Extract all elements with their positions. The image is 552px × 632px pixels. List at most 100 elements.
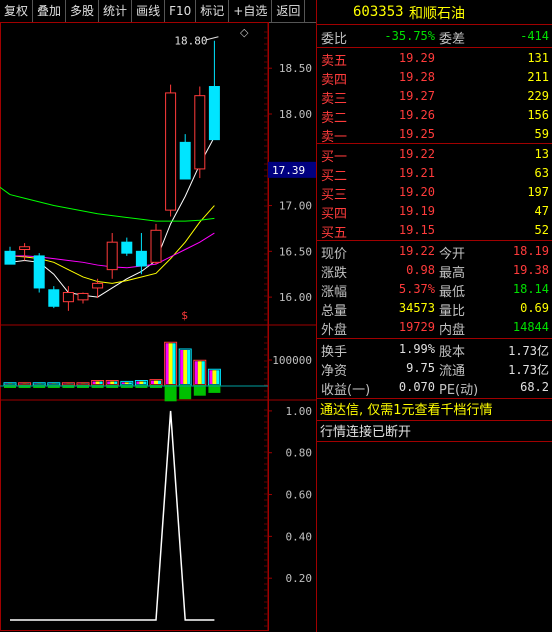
stat-label: 量比 (439, 304, 466, 319)
candle-body (135, 250, 147, 267)
osc-tick-label: 1.00 (286, 405, 313, 418)
stat-label: 总量 (321, 304, 348, 319)
finance-label: 换手 (321, 345, 348, 360)
stat-row: 外盘 19729 内盘 14844 (317, 318, 552, 338)
stat-row: 涨跌 0.98 最高 19.38 (317, 261, 552, 281)
toolbar-button-2[interactable]: 多股 (66, 0, 100, 22)
volume-bar-stripe (216, 370, 220, 384)
finance-value: 68.2 (520, 380, 549, 394)
toolbar-button-5[interactable]: F10 (165, 0, 197, 22)
stat-value: 0.98 (406, 263, 435, 277)
bid-label: 买五 (321, 226, 348, 241)
bid-price: 19.22 (398, 147, 435, 161)
volume-bar-stripe (95, 381, 100, 384)
ask-label: 卖四 (321, 73, 348, 88)
volume-bar-stripe (151, 380, 154, 384)
ask-volume: 131 (527, 51, 549, 65)
volume-bar-stripe (139, 381, 144, 384)
ask-volume: 59 (534, 127, 549, 141)
ask-price: 19.25 (398, 127, 435, 141)
finance-label: 净资 (321, 364, 348, 379)
weicha-label: 委差 (439, 32, 466, 47)
ask-row: 卖五 19.29 131 (317, 49, 552, 69)
toolbar: 复权 叠加 多股 统计 画线 F10 标记 +自选 返回 (0, 0, 316, 23)
volume-bar-stripe (209, 370, 213, 384)
volume-bar-stripe (154, 380, 158, 384)
toolbar-button-0[interactable]: 复权 (0, 0, 34, 22)
bid-row: 买五 19.15 52 (317, 221, 552, 241)
toolbar-button-1[interactable]: 叠加 (33, 0, 67, 22)
stat-label: 涨幅 (321, 285, 348, 300)
osc-tick-label: 0.20 (286, 572, 313, 585)
candle-body (208, 86, 220, 141)
weibi-value: -35.75% (384, 29, 435, 43)
volume-bar-stripe (136, 381, 140, 384)
candle-body (150, 229, 162, 263)
finance-row: 换手 1.99% 股本 1.73亿 (317, 340, 552, 360)
price-tick-label: 16.50 (279, 245, 312, 258)
ma-line-3-ext (0, 186, 11, 195)
ask-price: 19.28 (398, 70, 435, 84)
stat-label: 最低 (439, 285, 466, 300)
ask-label: 卖三 (321, 92, 348, 107)
volume-bar-stripe (143, 381, 147, 384)
candle-body (92, 282, 104, 289)
connection-status: 行情连接已断开 (320, 425, 412, 440)
stat-value: 5.37% (398, 282, 435, 296)
volume-bar-stripe (110, 381, 115, 384)
volume-bar-stripe (194, 361, 198, 384)
volume-tick-label: 100000 (272, 354, 312, 367)
candle-body (106, 241, 118, 271)
bid-label: 买一 (321, 150, 348, 165)
toolbar-button-7[interactable]: +自选 (229, 0, 273, 22)
stat-value: 18.19 (512, 244, 549, 258)
diamond-icon[interactable]: ◇ (240, 26, 249, 39)
stat-label: 外盘 (321, 323, 348, 338)
ask-volume: 229 (527, 89, 549, 103)
stock-code: 603353 (353, 4, 404, 20)
finance-label: PE(动) (439, 383, 479, 398)
stat-value: 14844 (512, 320, 549, 334)
kline-chart[interactable]: 18.50 18.00 17.00 16.50 16.00 17.39 ◇ 18.80 $100… (0, 22, 316, 632)
volume-bar-stripe (168, 343, 173, 384)
stat-value: 18.14 (512, 282, 549, 296)
toolbar-button-3[interactable]: 统计 (99, 0, 133, 22)
stat-label: 最高 (439, 266, 466, 281)
volume-bar-stripe (187, 350, 191, 384)
candle-body (179, 141, 191, 180)
stat-row: 总量 34573 量比 0.69 (317, 299, 552, 319)
stat-row: 现价 19.22 今开 18.19 (317, 242, 552, 262)
volume-base (179, 385, 192, 400)
bid-row: 买三 19.20 197 (317, 183, 552, 203)
toolbar-button-8[interactable]: 返回 (272, 0, 306, 22)
stat-label: 今开 (439, 247, 466, 262)
stat-value: 19.22 (398, 244, 435, 258)
finance-value: 1.73亿 (508, 363, 549, 377)
candle-body (4, 250, 16, 265)
notice-banner[interactable]: 通达信, 仅需1元查看千档行情 (317, 399, 552, 421)
peak-price-label: 18.80 (174, 35, 207, 48)
stock-title: 603353 和顺石油 (317, 0, 552, 25)
toolbar-button-4[interactable]: 画线 (132, 0, 166, 22)
stat-value: 19.38 (512, 263, 549, 277)
osc-tick-label: 0.40 (286, 530, 313, 543)
bid-volume: 197 (527, 185, 549, 199)
bid-label: 买二 (321, 169, 348, 184)
ask-volume: 156 (527, 108, 549, 122)
osc-tick-label: 0.80 (286, 447, 313, 460)
ask-label: 卖五 (321, 54, 348, 69)
bid-volume: 52 (534, 223, 549, 237)
bid-volume: 13 (534, 147, 549, 161)
oscillator-line (10, 410, 215, 621)
osc-tick-label: 0.60 (286, 489, 313, 502)
finance-label: 收益(一) (321, 383, 371, 398)
candle-body (121, 241, 133, 254)
volume-bar-stripe (183, 350, 188, 384)
weicha-value: -414 (520, 29, 549, 43)
ask-price: 19.27 (398, 89, 435, 103)
price-tick-label: 18.00 (279, 108, 312, 121)
ask-row: 卖三 19.27 229 (317, 87, 552, 107)
weibi-row: 委比 -35.75% 委差 -414 (317, 27, 552, 47)
bid-price: 19.15 (398, 223, 435, 237)
toolbar-button-6[interactable]: 标记 (196, 0, 230, 22)
